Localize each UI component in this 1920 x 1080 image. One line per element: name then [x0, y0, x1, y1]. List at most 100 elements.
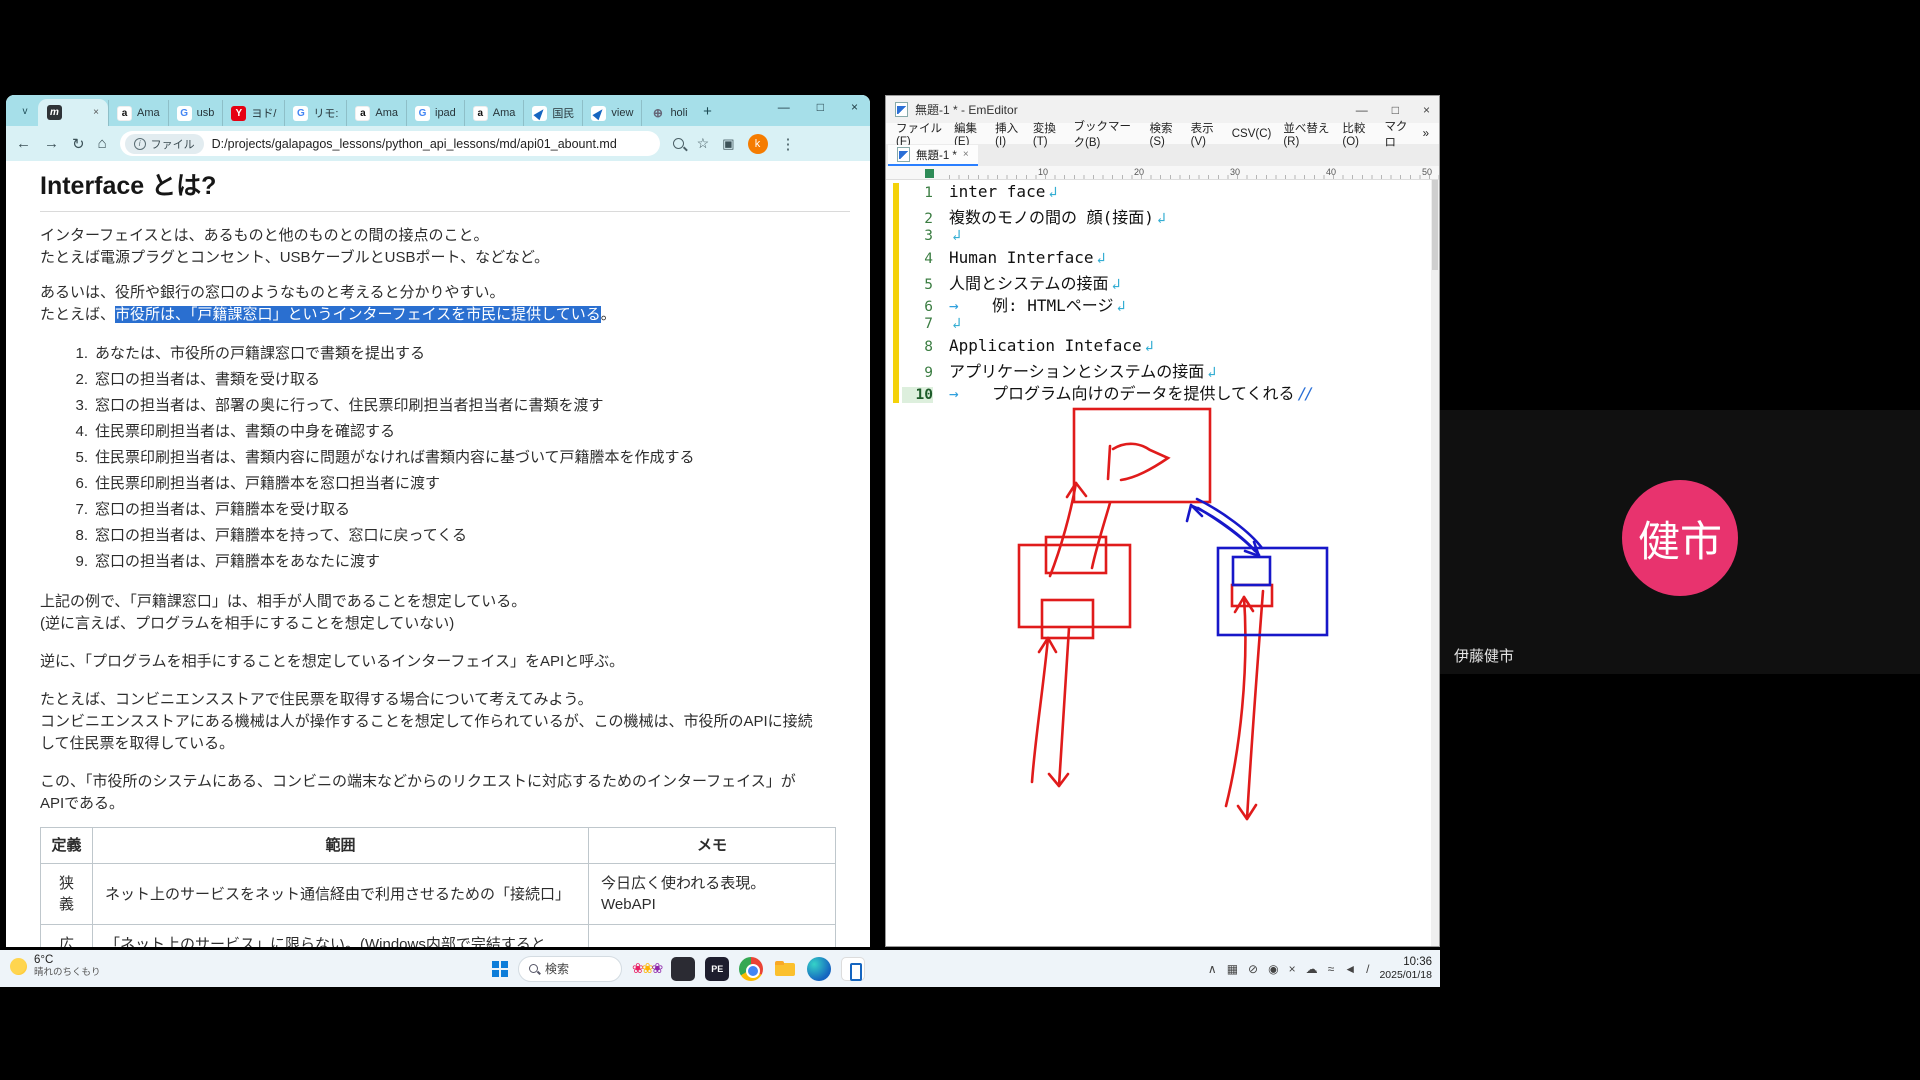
tab-google-remote[interactable]: Gリモ: [284, 100, 346, 126]
chrome-menu-icon[interactable]: ⋮ [781, 135, 796, 153]
tab-kokumin[interactable]: 国民 [523, 100, 582, 126]
taskbar-app-dark-icon[interactable] [671, 957, 695, 981]
menu-view[interactable]: 表示(V) [1191, 120, 1220, 148]
editor-text-area[interactable]: 1inter face↲ 2複数のモノの間の 顔(接面)↲ 3↲ 4Human … [886, 180, 1431, 946]
tab-label: リモ: [313, 105, 338, 121]
menu-sort[interactable]: 並べ替え(R) [1283, 120, 1330, 148]
paragraph-line: たとえば電源プラグとコンセント、USBケーブルとUSBポート、などなど。 [40, 247, 850, 269]
close-icon[interactable]: × [851, 100, 858, 114]
weather-sun-icon [10, 958, 27, 975]
return-mark: ↲ [952, 226, 961, 244]
return-mark: ↲ [1207, 363, 1216, 381]
paragraph-line: 逆に、「プログラムを相手にすることを想定しているインターフェイス」をAPIと呼ぶ… [40, 651, 850, 673]
list-item: 4.住民票印刷担当者は、書類の中身を確認する [40, 419, 850, 445]
tab-label: view [611, 107, 633, 119]
start-button[interactable] [492, 961, 508, 977]
menu-macro[interactable]: マクロ [1384, 118, 1410, 150]
tab-google-usb[interactable]: Gusb [168, 100, 223, 126]
document-tab-label: 無題-1 * [916, 147, 957, 163]
list-item: 7.窓口の担当者は、戸籍謄本を受け取る [40, 497, 850, 523]
weather-widget[interactable]: 6°C 晴れのちくもり [10, 953, 101, 979]
chrome-taskbar-icon[interactable] [739, 957, 763, 981]
bookmark-star-icon[interactable]: ☆ [697, 135, 710, 152]
emeditor-window: 無題-1 * - EmEditor — □ × ファイル(F) 編集(E) 挿入… [885, 95, 1440, 947]
home-icon[interactable]: ⌂ [98, 135, 107, 152]
edge-taskbar-icon[interactable] [807, 957, 831, 981]
tray-pen-icon[interactable]: / [1366, 962, 1369, 976]
minimize-icon[interactable]: — [1356, 103, 1368, 117]
editor-line: 5人間とシステムの接面↲ [886, 270, 1431, 292]
modified-lines-bar [893, 183, 899, 403]
zoom-search-icon[interactable] [673, 138, 684, 149]
phone-link-icon[interactable] [841, 957, 865, 981]
list-item: 2.窓口の担当者は、書類を受け取る [40, 367, 850, 393]
menu-overflow-icon[interactable]: » [1423, 128, 1429, 140]
maximize-icon[interactable]: □ [1392, 103, 1399, 117]
tab-label: holi [670, 107, 687, 119]
tab-search-chevron-icon[interactable]: v [14, 100, 36, 122]
tray-mic-icon[interactable]: ◉ [1268, 962, 1278, 976]
yodobashi-favicon: Y [231, 106, 246, 121]
tab-amazon-1[interactable]: aAma [108, 100, 168, 126]
tab-view[interactable]: view [582, 100, 641, 126]
file-explorer-icon[interactable] [773, 957, 797, 981]
tab-amazon-2[interactable]: aAma [346, 100, 406, 126]
active-tab-markdown[interactable]: m × [38, 99, 108, 126]
return-mark: ↲ [952, 314, 961, 332]
tray-cloud-icon[interactable]: ☁ [1306, 962, 1318, 976]
tray-close-icon[interactable]: × [1289, 962, 1296, 976]
weather-temp: 6°C [34, 953, 101, 967]
tray-block-icon[interactable]: ⊘ [1248, 962, 1258, 976]
minimize-icon[interactable]: — [778, 100, 790, 114]
editor-line: 3↲ [886, 226, 1431, 248]
widgets-flowers-icon[interactable]: ❀❀❀ [632, 960, 661, 977]
participant-video-tile[interactable]: 健市 伊藤健市 [1440, 410, 1920, 674]
profile-avatar[interactable]: k [748, 134, 768, 154]
editor-scrollbar[interactable] [1431, 180, 1439, 946]
menu-file[interactable]: ファイル(F) [896, 120, 942, 148]
globe-icon: ⊕ [650, 106, 665, 121]
paragraph-line: 上記の例で、「戸籍課窓口」は、相手が人間であることを想定している。 [40, 591, 850, 613]
extensions-icon[interactable]: ▣ [722, 136, 734, 152]
clock-time: 10:36 [1379, 956, 1432, 969]
document-tab[interactable]: 無題-1 * × [888, 145, 978, 166]
menu-csv[interactable]: CSV(C) [1232, 128, 1272, 140]
chrome-tab-strip: v m × aAma Gusb Yヨド/ Gリモ: aAma Gipad aAm… [6, 95, 870, 126]
search-placeholder: 検索 [545, 960, 569, 977]
close-icon[interactable]: × [1423, 103, 1430, 117]
table-row: 広 「ネット上のサービス」に限らない。(Windows内部で完結すると [41, 925, 836, 948]
reload-icon[interactable]: ↻ [72, 135, 85, 153]
tray-chevron-icon[interactable]: ∧ [1208, 962, 1217, 976]
editor-line: 6→例: HTMLページ↲ [886, 292, 1431, 314]
back-icon[interactable]: ← [16, 135, 31, 152]
taskbar-search[interactable]: 検索 [518, 956, 622, 982]
tab-yodobashi[interactable]: Yヨド/ [222, 100, 284, 126]
tab-close-icon[interactable]: × [93, 107, 99, 118]
forward-icon[interactable]: → [44, 135, 59, 152]
menu-convert[interactable]: 変換(T) [1033, 120, 1062, 148]
tab-close-icon[interactable]: × [963, 149, 969, 160]
menu-search[interactable]: 検索(S) [1150, 120, 1179, 148]
tray-wifi-icon[interactable]: ≈ [1328, 962, 1335, 976]
menu-compare[interactable]: 比較(O) [1342, 120, 1372, 148]
list-item: 3.窓口の担当者は、部署の奥に行って、住民票印刷担当者担当者に書類を渡す [40, 393, 850, 419]
url-text: D:/projects/galapagos_lessons/python_api… [212, 137, 617, 151]
taskbar-clock[interactable]: 10:36 2025/01/18 [1379, 956, 1432, 982]
tray-volume-icon[interactable]: ◄ [1344, 962, 1356, 976]
definition-table: 定義 範囲 メモ 狭義 ネット上のサービスをネット通信経由で利用させるための「接… [40, 827, 836, 947]
taskbar-app-pe-icon[interactable]: PE [705, 957, 729, 981]
amazon-favicon: a [473, 106, 488, 121]
tab-holi[interactable]: ⊕ holi [641, 100, 695, 126]
tab-google-ipad[interactable]: Gipad [406, 100, 464, 126]
menu-bookmark[interactable]: ブックマーク(B) [1073, 118, 1137, 150]
menu-insert[interactable]: 挿入(I) [995, 120, 1021, 148]
table-header: 定義 [41, 828, 93, 864]
menu-edit[interactable]: 編集(E) [954, 120, 983, 148]
maximize-icon[interactable]: □ [817, 100, 824, 114]
tray-grid-icon[interactable]: ▦ [1227, 962, 1238, 976]
tab-amazon-3[interactable]: aAma [464, 100, 524, 126]
paragraph-line: インターフェイスとは、あるものと他のものとの間の接点のこと。 [40, 225, 850, 247]
paragraph-line: この、「市役所のシステムにある、コンビニの端末などからのリクエストに対応するため… [40, 771, 850, 793]
new-tab-button[interactable]: + [696, 99, 720, 123]
address-bar[interactable]: iファイル D:/projects/galapagos_lessons/pyth… [120, 131, 660, 156]
